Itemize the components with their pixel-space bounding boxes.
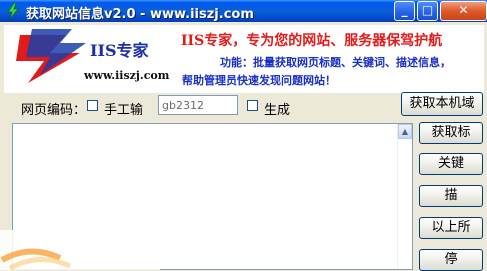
encoding-input[interactable] <box>158 95 238 115</box>
vertical-scrollbar[interactable]: ▲ <box>397 124 412 269</box>
close-button[interactable]: ✕ <box>440 1 487 21</box>
title-bar[interactable]: 获取网站信息v2.0 - www.iiszj.com _ □ ✕ <box>0 0 487 22</box>
description-line-1: 功能：批量获取网页标题、关键词、描述信息， <box>220 56 451 69</box>
get-local-domains-button[interactable]: 获取本机域 <box>401 92 483 116</box>
window-title: 获取网站信息v2.0 - www.iiszj.com <box>26 7 254 22</box>
keywords-button[interactable]: 关键 <box>419 153 483 175</box>
stop-button[interactable]: 停 <box>419 249 483 271</box>
generate-checkbox[interactable] <box>247 100 258 111</box>
manual-input-label: 手工输 <box>104 103 144 118</box>
all-above-button[interactable]: 以上所 <box>419 217 483 239</box>
description-button[interactable]: 描 <box>419 185 483 207</box>
manual-input-checkbox[interactable] <box>87 100 98 111</box>
minimize-button[interactable]: _ <box>394 1 415 21</box>
logo-url: www.iiszj.com <box>84 69 170 82</box>
generate-label: 生成 <box>264 103 291 118</box>
logo-text: IIS专家 <box>90 41 149 60</box>
lightning-logo-icon <box>16 29 86 83</box>
logo: IIS专家 www.iiszj.com <box>10 29 169 87</box>
lightning-app-icon <box>7 3 19 19</box>
orange-swoosh-overlay <box>0 230 160 270</box>
slogan: IIS专家，专为您的网站、服务器保驾护航 <box>181 33 443 49</box>
header-banner: IIS专家 www.iiszj.com IIS专家，专为您的网站、服务器保驾护航… <box>4 25 484 93</box>
scroll-up-arrow-icon[interactable]: ▲ <box>398 124 412 139</box>
description-line-2: 帮助管理员快速发现问题网站！ <box>182 74 336 87</box>
encoding-label: 网页编码： <box>21 103 87 118</box>
maximize-button[interactable]: □ <box>417 1 438 21</box>
get-title-button[interactable]: 获取标 <box>419 122 483 144</box>
